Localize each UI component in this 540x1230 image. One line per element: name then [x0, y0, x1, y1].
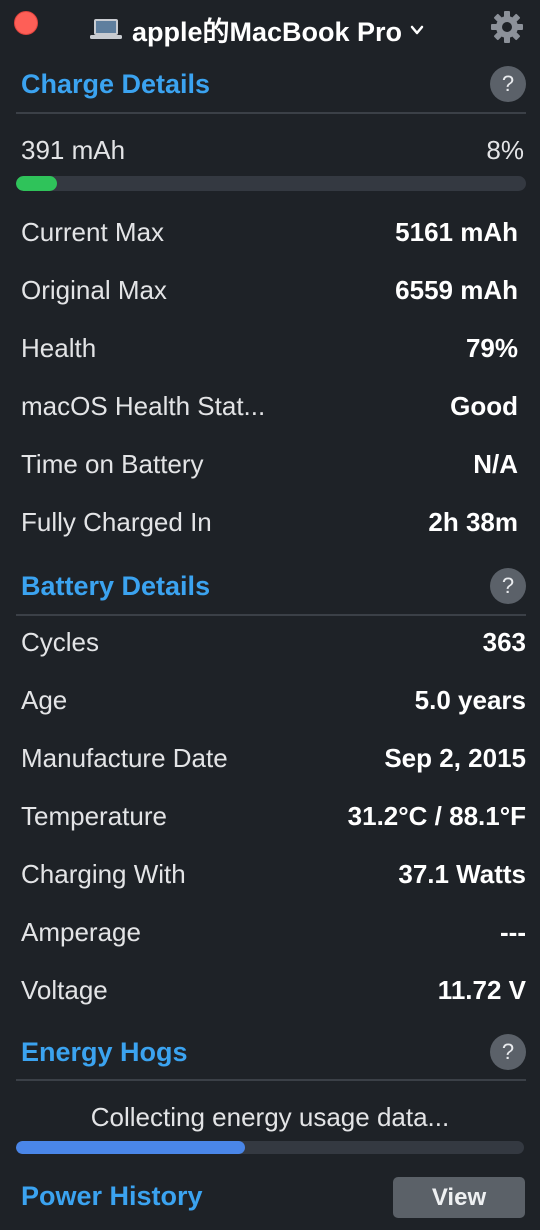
row-value: 79% — [465, 333, 518, 363]
info-row-charging-with: Charging With 37.1 Watts — [21, 854, 526, 894]
laptop-icon — [90, 19, 122, 39]
current-charge-line: 391 mAh 8% — [21, 130, 524, 170]
row-value: 5161 mAh — [395, 217, 518, 247]
energy-progress-fill — [16, 1141, 245, 1154]
close-button[interactable] — [14, 11, 38, 35]
row-label: Age — [21, 685, 68, 715]
battery-popover-window: apple的MacBook Pro Charge Details ? 391 m… — [0, 0, 540, 1230]
row-value: 31.2°C / 88.1°F — [347, 801, 526, 831]
info-row-cycles: Cycles 363 — [21, 622, 526, 662]
row-label: Fully Charged In — [21, 507, 212, 537]
row-label: Health — [21, 333, 97, 363]
row-value: N/A — [473, 449, 518, 479]
row-label: Original Max — [21, 275, 167, 305]
info-row-temperature: Temperature 31.2°C / 88.1°F — [21, 796, 526, 836]
charge-percent: 8% — [486, 135, 524, 165]
info-row-current-max: Current Max 5161 mAh — [21, 212, 518, 252]
power-history-title: Power History — [21, 1181, 203, 1211]
row-label: macOS Health Stat... — [21, 391, 266, 421]
info-row-macos-health-status: macOS Health Stat... Good — [21, 386, 518, 426]
row-value: 5.0 years — [414, 685, 526, 715]
row-value: --- — [500, 917, 526, 947]
info-row-amperage: Amperage --- — [21, 912, 526, 952]
row-label: Charging With — [21, 859, 186, 889]
battery-details-title: Battery Details — [21, 571, 211, 601]
row-label: Voltage — [21, 975, 108, 1005]
device-selector-dropdown[interactable]: apple的MacBook Pro — [90, 12, 424, 47]
row-value: 6559 mAh — [395, 275, 518, 305]
row-label: Cycles — [21, 627, 100, 657]
divider — [16, 614, 526, 616]
battery-details-help-button[interactable]: ? — [490, 568, 526, 604]
row-value: 363 — [482, 627, 526, 657]
power-history-header: Power History — [21, 1176, 381, 1216]
chevron-down-icon — [410, 25, 424, 35]
info-row-voltage: Voltage 11.72 V — [21, 970, 526, 1010]
info-row-manufacture-date: Manufacture Date Sep 2, 2015 — [21, 738, 526, 778]
info-row-age: Age 5.0 years — [21, 680, 526, 720]
info-row-original-max: Original Max 6559 mAh — [21, 270, 518, 310]
device-name: apple的MacBook Pro — [132, 16, 403, 47]
row-value: 11.72 V — [437, 975, 526, 1005]
row-label: Time on Battery — [21, 449, 204, 479]
row-label: Temperature — [21, 801, 167, 831]
info-row-fully-charged-in: Fully Charged In 2h 38m — [21, 502, 518, 542]
row-label: Manufacture Date — [21, 743, 228, 773]
divider — [16, 112, 526, 114]
charge-progress-fill — [16, 176, 57, 191]
battery-details-header: Battery Details ? — [21, 566, 526, 606]
row-value: Good — [450, 391, 518, 421]
row-label: Amperage — [21, 917, 141, 947]
gear-icon[interactable] — [489, 9, 525, 45]
energy-status-text: Collecting energy usage data... — [90, 1102, 450, 1132]
energy-progress-bar — [16, 1141, 524, 1154]
charge-details-help-button[interactable]: ? — [490, 66, 526, 102]
row-value: 37.1 Watts — [398, 859, 526, 889]
divider — [16, 1079, 526, 1081]
charge-details-header: Charge Details ? — [21, 64, 526, 104]
charge-details-title: Charge Details — [21, 69, 211, 99]
view-power-history-button[interactable]: View — [393, 1177, 525, 1218]
info-row-health: Health 79% — [21, 328, 518, 368]
energy-hogs-help-button[interactable]: ? — [490, 1034, 526, 1070]
charge-progress-bar — [16, 176, 526, 191]
energy-hogs-title: Energy Hogs — [21, 1037, 188, 1067]
info-row-time-on-battery: Time on Battery N/A — [21, 444, 518, 484]
current-charge-value: 391 mAh — [21, 135, 126, 165]
row-value: 2h 38m — [428, 507, 518, 537]
row-label: Current Max — [21, 217, 165, 247]
row-value: Sep 2, 2015 — [384, 743, 526, 773]
energy-hogs-header: Energy Hogs ? — [21, 1032, 526, 1072]
